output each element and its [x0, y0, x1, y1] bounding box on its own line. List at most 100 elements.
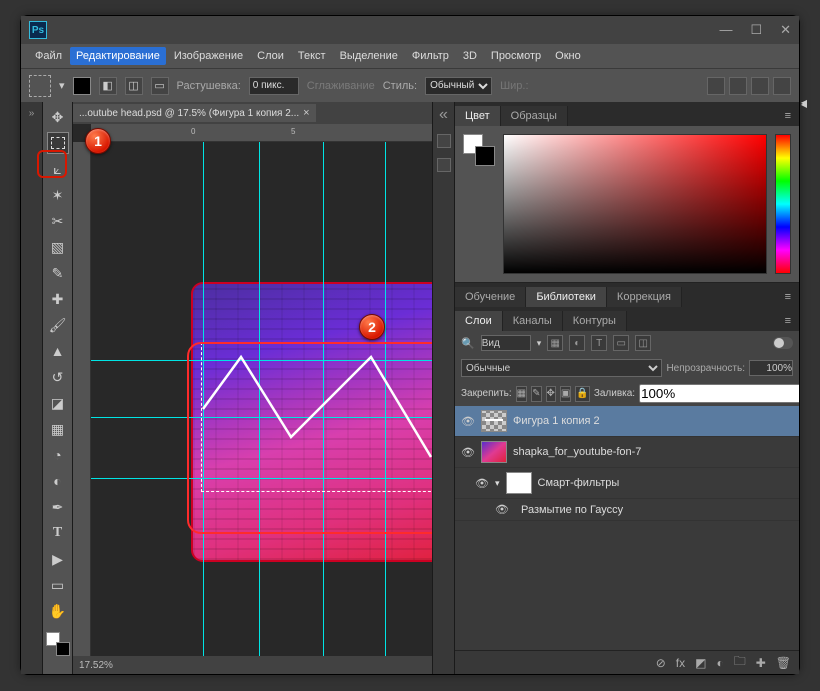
tab-channels[interactable]: Каналы — [503, 311, 563, 331]
menu-изображение[interactable]: Изображение — [168, 47, 249, 65]
pen-tool[interactable]: ✒ — [47, 496, 69, 518]
collapsed-dock-left[interactable]: » — [21, 102, 43, 674]
eyedropper-tool[interactable]: ✎ — [47, 262, 69, 284]
tab-libraries[interactable]: Библиотеки — [526, 287, 607, 307]
selection-subtract-icon[interactable]: ▭ — [151, 77, 169, 95]
fill-input[interactable] — [639, 384, 799, 403]
maximize-button[interactable]: ☐ — [750, 22, 762, 38]
workspace-switcher-icon[interactable] — [773, 77, 791, 95]
history-brush-tool[interactable]: ↺ — [47, 366, 69, 388]
brush-tool[interactable]: 🖌 — [47, 314, 69, 336]
opt-icon-2[interactable] — [729, 77, 747, 95]
selection-new-icon[interactable]: ◧ — [99, 77, 117, 95]
adjustment-layer-icon[interactable]: ◐ — [716, 656, 723, 670]
lock-all-icon[interactable]: 🔒 — [575, 386, 589, 402]
panel-menu-icon[interactable]: ≡ — [777, 106, 799, 126]
tab-paths[interactable]: Контуры — [563, 311, 627, 331]
layer-mask-icon[interactable]: ◩ — [695, 656, 706, 670]
blur-tool[interactable]: ◔ — [47, 444, 69, 466]
stamp-tool[interactable]: ▲ — [47, 340, 69, 362]
layer-fx-icon[interactable]: fx — [676, 656, 685, 670]
style-select[interactable]: Обычный — [425, 77, 492, 95]
layer-filter-input[interactable] — [481, 335, 531, 351]
blend-mode-select[interactable]: Обычные — [461, 359, 662, 377]
menu-слои[interactable]: Слои — [251, 47, 290, 65]
layer-visibility-icon[interactable]: 👁 — [475, 477, 489, 490]
lock-transparent-icon[interactable]: ▦ — [516, 386, 527, 402]
fg-bg-swatches[interactable] — [463, 134, 495, 166]
ruler-vertical[interactable] — [73, 142, 91, 656]
antialias-checkbox-label[interactable]: Сглаживание — [307, 80, 375, 92]
filter-smart-icon[interactable]: ◫ — [635, 335, 651, 351]
document-tab[interactable]: ...outube head.psd @ 17.5% (Фигура 1 коп… — [73, 104, 316, 122]
magic-wand-tool[interactable]: ✶ — [47, 184, 69, 206]
eraser-tool[interactable]: ◪ — [47, 392, 69, 414]
marquee-tool-icon[interactable] — [29, 75, 51, 97]
opacity-input[interactable] — [749, 360, 793, 376]
layer-visibility-icon[interactable]: 👁 — [495, 503, 509, 516]
fg-swatch[interactable] — [73, 77, 91, 95]
menu-файл[interactable]: Файл — [29, 47, 68, 65]
move-tool[interactable]: ✥ — [47, 106, 69, 128]
gradient-tool[interactable]: ▦ — [47, 418, 69, 440]
layer-visibility-icon[interactable]: 👁 — [461, 415, 475, 428]
panel-menu-icon[interactable]: ≡ — [777, 287, 799, 307]
feather-input[interactable] — [249, 77, 299, 95]
new-group-icon[interactable]: 🗀 — [734, 652, 746, 673]
menu-окно[interactable]: Окно — [549, 47, 587, 65]
lock-position-icon[interactable]: ✥ — [546, 386, 556, 402]
healing-tool[interactable]: ✚ — [47, 288, 69, 310]
filter-pixel-icon[interactable]: ▦ — [547, 335, 563, 351]
tab-learn[interactable]: Обучение — [455, 287, 526, 307]
filter-adjust-icon[interactable]: ◐ — [569, 335, 585, 351]
menu-фильтр[interactable]: Фильтр — [406, 47, 455, 65]
shape-tool[interactable]: ▭ — [47, 574, 69, 596]
properties-panel-icon[interactable] — [437, 158, 451, 172]
menu-3d[interactable]: 3D — [457, 47, 483, 65]
hand-tool[interactable]: ✋ — [47, 600, 69, 622]
frame-tool[interactable]: ▧ — [47, 236, 69, 258]
collapsed-dock-right[interactable]: « — [432, 102, 454, 674]
mask-mode-icon[interactable] — [707, 77, 725, 95]
menu-просмотр[interactable]: Просмотр — [485, 47, 547, 65]
opt-icon-3[interactable] — [751, 77, 769, 95]
tab-swatches[interactable]: Образцы — [501, 106, 568, 126]
dodge-tool[interactable]: ◐ — [47, 470, 69, 492]
close-tab-icon[interactable]: × — [303, 107, 309, 119]
type-tool[interactable]: T — [47, 522, 69, 544]
tab-layers[interactable]: Слои — [455, 311, 503, 331]
new-layer-icon[interactable]: ✚ — [756, 656, 766, 670]
close-button[interactable]: ✕ — [780, 22, 791, 38]
filter-shape-icon[interactable]: ▭ — [613, 335, 629, 351]
layer-row[interactable]: 👁Размытие по Гауссу — [455, 499, 799, 521]
layer-visibility-icon[interactable]: 👁 — [461, 446, 475, 459]
zoom-level[interactable]: 17.52% — [79, 660, 113, 671]
color-swatches[interactable] — [46, 632, 70, 656]
canvas[interactable] — [91, 142, 432, 656]
delete-layer-icon[interactable]: 🗑 — [776, 656, 791, 670]
history-panel-icon[interactable] — [437, 134, 451, 148]
layer-row[interactable]: 👁Фигура 1 копия 2 — [455, 406, 799, 437]
tab-adjustments[interactable]: Коррекция — [607, 287, 682, 307]
search-icon[interactable]: 🔍 — [461, 337, 475, 350]
layer-thumbnail — [506, 472, 532, 494]
menu-редактирование[interactable]: Редактирование — [70, 47, 166, 65]
layer-row[interactable]: 👁▾Смарт-фильтры — [455, 468, 799, 499]
layer-row[interactable]: 👁shapka_for_youtube-fon-7 — [455, 437, 799, 468]
hue-slider[interactable]: ◀◀ — [775, 134, 791, 274]
tab-color[interactable]: Цвет — [455, 106, 501, 126]
menu-выделение[interactable]: Выделение — [334, 47, 404, 65]
crop-tool[interactable]: ✂ — [47, 210, 69, 232]
filter-toggle[interactable] — [773, 337, 793, 349]
menu-текст[interactable]: Текст — [292, 47, 332, 65]
color-field[interactable] — [503, 134, 767, 274]
path-select-tool[interactable]: ▶ — [47, 548, 69, 570]
link-layers-icon[interactable]: ⊘ — [656, 656, 666, 670]
ruler-horizontal[interactable]: 0 5 — [91, 124, 432, 142]
selection-add-icon[interactable]: ◫ — [125, 77, 143, 95]
lock-image-icon[interactable]: ✎ — [531, 386, 541, 402]
panel-menu-icon[interactable]: ≡ — [777, 311, 799, 331]
filter-type-icon[interactable]: T — [591, 335, 607, 351]
minimize-button[interactable]: — — [719, 22, 732, 38]
lock-artboard-icon[interactable]: ▣ — [560, 386, 571, 402]
